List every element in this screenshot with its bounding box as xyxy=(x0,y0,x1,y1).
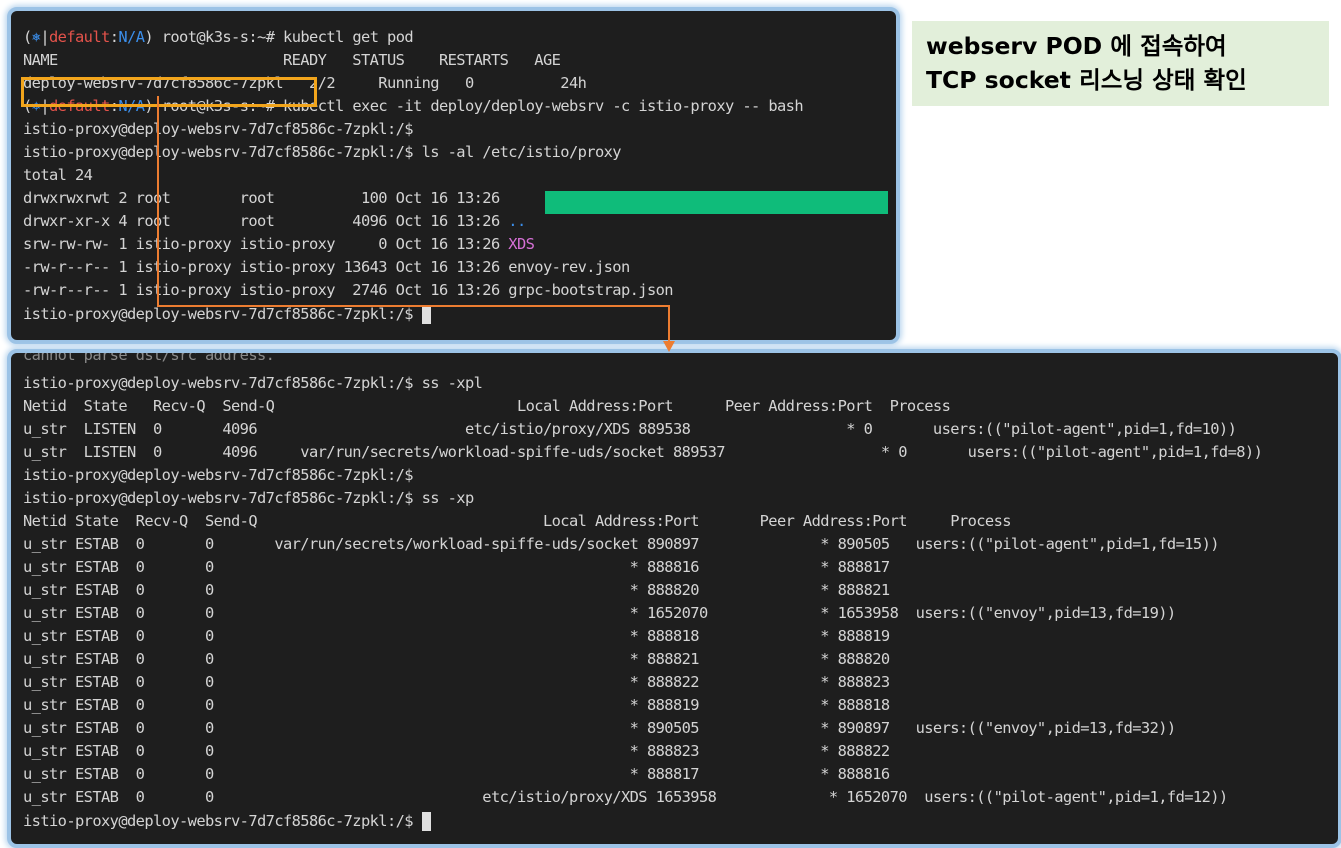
estab-row: u_str ESTAB 0 0 * 888822 * 888823 xyxy=(23,673,890,691)
command-ls: ls -al /etc/istio/proxy xyxy=(421,143,622,161)
arrow-down-icon xyxy=(663,341,675,352)
file-name: . xyxy=(508,189,517,207)
prompt-namespace: N/A xyxy=(118,28,145,46)
shell-prompt: istio-proxy@deploy-websrv-7d7cf8586c-7zp… xyxy=(23,143,414,161)
shell-command-line: istio-proxy@deploy-websrv-7d7cf8586c-7zp… xyxy=(23,487,474,510)
estab-row: u_str ESTAB 0 0 * 888818 * 888819 xyxy=(23,627,890,645)
command-get-pod: kubectl get pod xyxy=(283,28,414,46)
prompt-host: root@k3s-s:~# xyxy=(161,28,275,46)
scrolled-output-line: cannot parse dst/src address. xyxy=(23,349,275,364)
pod-name-highlight-box xyxy=(21,77,317,107)
file-row: -rw-r--r-- 1 istio-proxy istio-proxy 274… xyxy=(23,279,674,302)
text-cursor xyxy=(421,305,431,324)
command-ss-xp: ss -xp xyxy=(421,489,475,507)
callout-line-2: TCP socket 리스닝 상태 확인 xyxy=(926,66,1247,94)
estab-row: u_str ESTAB 0 0 * 888816 * 888817 xyxy=(23,558,890,576)
listen-row: u_str LISTEN 0 4096 var/run/secrets/work… xyxy=(23,443,1263,461)
text-cursor xyxy=(421,812,431,831)
terminal-top[interactable]: (⎈|default:N/A) root@k3s-s:~# kubectl ge… xyxy=(7,7,900,344)
shell-prompt-final[interactable]: istio-proxy@deploy-websrv-7d7cf8586c-7zp… xyxy=(23,810,431,833)
estab-row: u_str ESTAB 0 0 var/run/secrets/workload… xyxy=(23,535,1220,553)
shell-prompt: istio-proxy@deploy-websrv-7d7cf8586c-7zp… xyxy=(23,466,414,484)
estab-row: u_str ESTAB 0 0 * 888817 * 888816 xyxy=(23,765,890,783)
shell-command-line: istio-proxy@deploy-websrv-7d7cf8586c-7zp… xyxy=(23,141,622,164)
command-exec: kubectl exec -it deploy/deploy-websrv -c… xyxy=(283,97,804,115)
listen-table-header: Netid State Recv-Q Send-Q Local Address:… xyxy=(23,397,951,415)
estab-row: u_str ESTAB 0 0 * 888819 * 888818 xyxy=(23,696,890,714)
shell-prompt: istio-proxy@deploy-websrv-7d7cf8586c-7zp… xyxy=(23,812,414,830)
file-row: srw-rw-rw- 1 istio-proxy istio-proxy 0 O… xyxy=(23,233,535,256)
estab-row: u_str ESTAB 0 0 * 890505 * 890897 users:… xyxy=(23,719,1176,737)
file-name: envoy-rev.json xyxy=(508,258,630,276)
file-name: grpc-bootstrap.json xyxy=(508,281,673,299)
estab-row: u_str ESTAB 0 0 etc/istio/proxy/XDS 1653… xyxy=(23,788,1228,806)
terminal-bottom[interactable]: cannot parse dst/src address. istio-prox… xyxy=(7,349,1341,848)
shell-command-line: istio-proxy@deploy-websrv-7d7cf8586c-7zp… xyxy=(23,372,483,395)
shell-prompt: istio-proxy@deploy-websrv-7d7cf8586c-7zp… xyxy=(23,374,414,392)
estab-row: u_str ESTAB 0 0 * 888821 * 888820 xyxy=(23,650,890,668)
file-meta: -rw-r--r-- 1 istio-proxy istio-proxy 136… xyxy=(23,258,509,276)
callout-line-1: webserv POD 에 접속하여 xyxy=(926,32,1227,60)
file-row: drwxr-xr-x 4 root root 4096 Oct 16 13:26… xyxy=(23,210,526,233)
listen-row: u_str LISTEN 0 4096 etc/istio/proxy/XDS … xyxy=(23,420,1237,438)
connector-arrow-segment xyxy=(157,96,159,307)
file-name: .. xyxy=(508,212,526,230)
pod-table-header: NAME READY STATUS RESTARTS AGE xyxy=(23,51,561,69)
estab-row: u_str ESTAB 0 0 * 888820 * 888821 xyxy=(23,581,890,599)
ls-total: total 24 xyxy=(23,166,93,184)
file-meta: srw-rw-rw- 1 istio-proxy istio-proxy 0 O… xyxy=(23,235,509,253)
dir-highlight-bar xyxy=(545,191,888,214)
estab-row: u_str ESTAB 0 0 * 1652070 * 1653958 user… xyxy=(23,604,1176,622)
prompt-line-1: (⎈|default:N/A) root@k3s-s:~# kubectl ge… xyxy=(23,28,414,46)
pod-status: 2/2 Running 0 24h xyxy=(282,74,587,92)
file-meta: drwxrwxrwt 2 root root 100 Oct 16 13:26 xyxy=(23,189,509,207)
connector-arrow-segment xyxy=(157,305,670,307)
estab-row: u_str ESTAB 0 0 * 888823 * 888822 xyxy=(23,742,890,760)
shell-prompt: istio-proxy@deploy-websrv-7d7cf8586c-7zp… xyxy=(23,489,414,507)
shell-prompt: istio-proxy@deploy-websrv-7d7cf8586c-7zp… xyxy=(23,305,414,323)
connector-arrow-segment xyxy=(668,305,670,343)
file-meta: drwxr-xr-x 4 root root 4096 Oct 16 13:26 xyxy=(23,212,509,230)
file-row: drwxrwxrwt 2 root root 100 Oct 16 13:26 … xyxy=(23,187,518,210)
file-row: -rw-r--r-- 1 istio-proxy istio-proxy 136… xyxy=(23,256,630,279)
prompt-context: default xyxy=(49,28,110,46)
file-meta: -rw-r--r-- 1 istio-proxy istio-proxy 274… xyxy=(23,281,509,299)
file-name: XDS xyxy=(508,235,535,253)
command-ss-xpl: ss -xpl xyxy=(421,374,483,392)
shell-prompt: istio-proxy@deploy-websrv-7d7cf8586c-7zp… xyxy=(23,120,414,138)
annotation-callout: webserv POD 에 접속하여 TCP socket 리스닝 상태 확인 xyxy=(912,21,1329,106)
estab-table-header: Netid State Recv-Q Send-Q Local Address:… xyxy=(23,512,1012,530)
